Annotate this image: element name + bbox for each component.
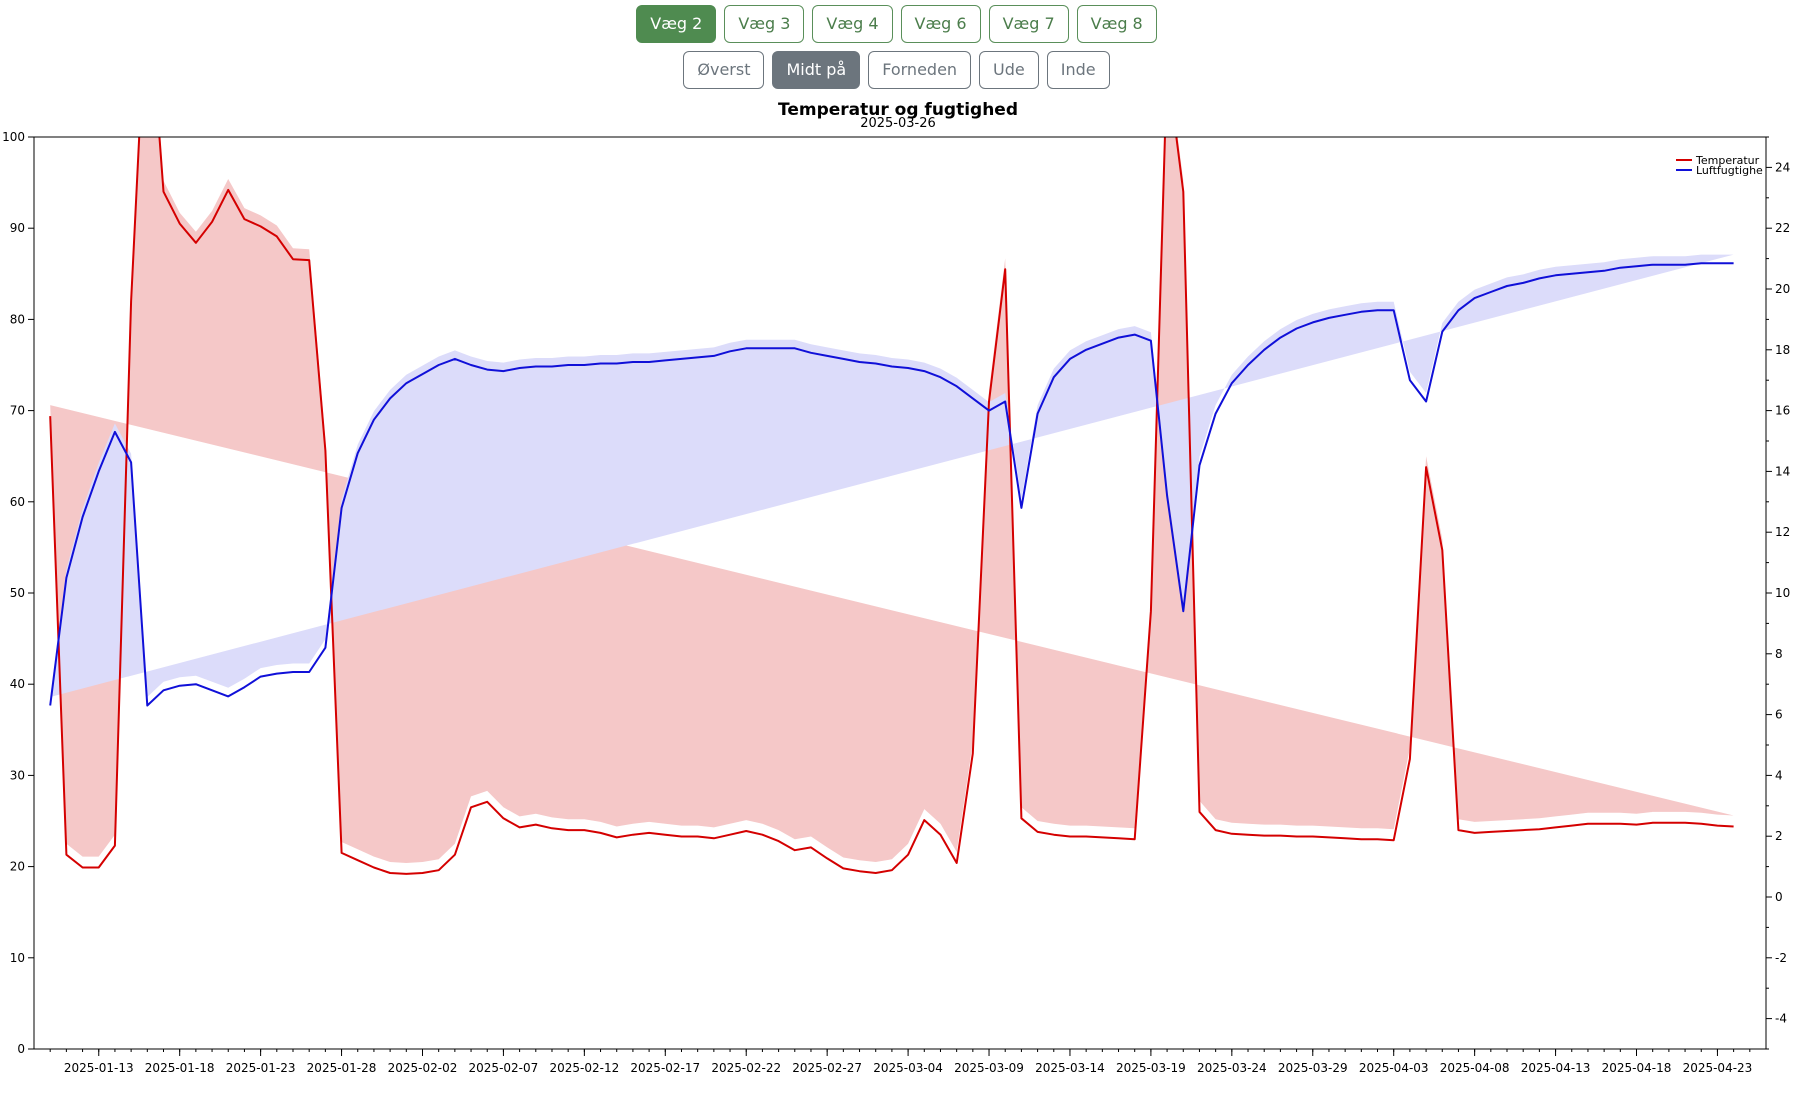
y-right-tick-label: 4 [1775,768,1783,782]
position-button-2[interactable]: Midt på [772,51,861,89]
x-tick-label: 2025-01-28 [307,1061,377,1075]
x-tick-label: 2025-03-14 [1035,1061,1105,1075]
x-tick-label: 2025-02-07 [469,1061,539,1075]
wall-button-group: Væg 2 Væg 3 Væg 4 Væg 6 Væg 7 Væg 8 [0,5,1793,43]
temperature-humidity-chart: Temperatur og fugtighed 2025-03-26 01020… [2,100,1790,1075]
y-right-tick-label: 2 [1775,829,1783,843]
position-button-4[interactable]: Ude [979,51,1039,89]
y-left-tick-label: 60 [10,495,25,509]
legend: TemperaturLuftfugtighed [1676,154,1770,177]
legend-label-2: Luftfugtighed [1696,164,1770,177]
x-tick-label: 2025-04-18 [1602,1061,1672,1075]
wall-button-4[interactable]: Væg 6 [900,5,981,43]
y-left-tick-label: 30 [10,768,25,782]
wall-button-5[interactable]: Væg 7 [988,5,1069,43]
position-button-5[interactable]: Inde [1046,51,1110,89]
y-right-tick-label: 16 [1775,404,1790,418]
wall-button-2[interactable]: Væg 3 [724,5,805,43]
x-tick-label: 2025-03-09 [954,1061,1024,1075]
position-button-group: Øverst Midt på Forneden Ude Inde [0,51,1793,89]
position-button-3[interactable]: Forneden [868,51,972,89]
y-left-tick-label: 100 [2,130,25,144]
x-tick-label: 2025-02-17 [630,1061,700,1075]
y-right-tick-label: 0 [1775,890,1783,904]
position-button-1[interactable]: Øverst [683,51,765,89]
y-right-tick-label: 6 [1775,708,1783,722]
y-left-tick-label: 50 [10,586,25,600]
temperature-band [50,137,1734,863]
x-tick-label: 2025-03-29 [1278,1061,1348,1075]
y-right-tick-label: 10 [1775,586,1790,600]
y-right-tick-label: 22 [1775,221,1790,235]
y-left-tick-label: 40 [10,677,25,691]
x-tick-label: 2025-03-19 [1116,1061,1186,1075]
y-left-tick-label: 20 [10,860,25,874]
y-right-tick-label: 8 [1775,647,1783,661]
plot-area [49,137,1734,875]
y-left-tick-label: 0 [17,1042,25,1056]
x-tick-label: 2025-01-13 [64,1061,134,1075]
y-right-tick-label: 12 [1775,525,1790,539]
x-tick-label: 2025-02-12 [549,1061,619,1075]
x-tick-label: 2025-02-27 [792,1061,862,1075]
y-right-tick-label: 20 [1775,282,1790,296]
x-tick-label: 2025-04-03 [1359,1061,1429,1075]
wall-button-3[interactable]: Væg 4 [812,5,893,43]
x-tick-label: 2025-03-04 [873,1061,943,1075]
y-left-tick-label: 70 [10,404,25,418]
x-tick-label: 2025-01-23 [226,1061,296,1075]
x-tick-label: 2025-03-24 [1197,1061,1267,1075]
x-tick-label: 2025-02-02 [388,1061,458,1075]
y-right-tick-label: 18 [1775,343,1790,357]
y-left-tick-label: 90 [10,221,25,235]
x-tick-label: 2025-01-18 [145,1061,215,1075]
x-tick-label: 2025-04-13 [1521,1061,1591,1075]
y-right-tick-label: 24 [1775,160,1790,174]
y-left-tick-label: 80 [10,312,25,326]
x-tick-label: 2025-04-08 [1440,1061,1510,1075]
x-tick-label: 2025-02-22 [711,1061,781,1075]
wall-button-6[interactable]: Væg 8 [1076,5,1157,43]
x-tick-label: 2025-04-23 [1683,1061,1753,1075]
chart-subtitle: 2025-03-26 [860,116,936,131]
y-right-tick-label: -4 [1775,1012,1787,1026]
y-right-tick-label: 14 [1775,464,1790,478]
y-right-tick-label: -2 [1775,951,1787,965]
y-left-tick-label: 10 [10,951,25,965]
wall-button-1[interactable]: Væg 2 [636,5,717,43]
